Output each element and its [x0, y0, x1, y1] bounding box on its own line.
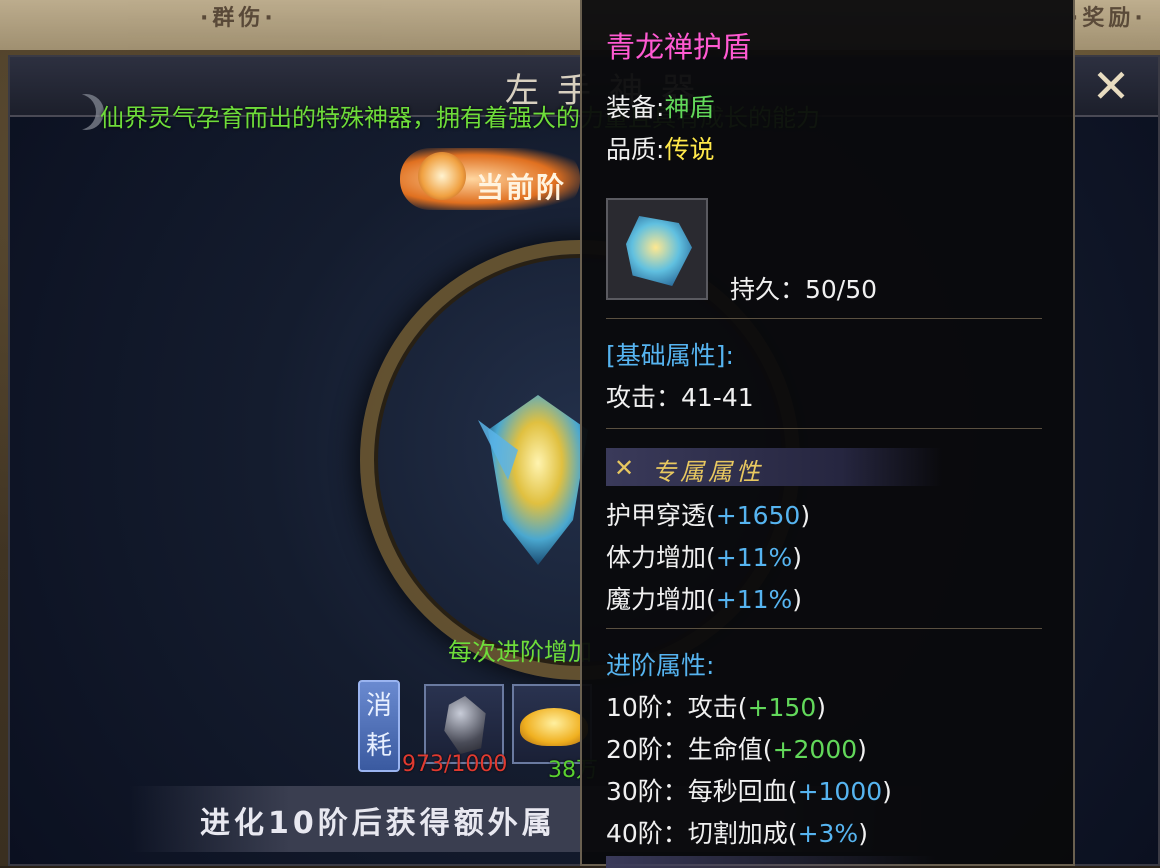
equip-row: 装备:神盾 [606, 88, 714, 124]
item-icon-box [606, 198, 708, 300]
divider [606, 318, 1042, 319]
divider [606, 628, 1042, 629]
advance-value: +2000 [772, 735, 858, 764]
quality-row: 品质:传说 [606, 130, 714, 166]
moon-icon [68, 94, 104, 130]
attr-close: ) [792, 585, 803, 614]
bonus-text: 进化10阶后获得额外属 [200, 806, 556, 841]
next-section-banner [606, 856, 936, 868]
divider [606, 428, 1042, 429]
gold-ingot-icon [520, 708, 588, 746]
quality-label: 品质: [606, 135, 665, 164]
advance-attr-header: 进阶属性: [606, 651, 715, 680]
attr-name: 护甲穿透( [606, 501, 716, 530]
background-tab-right: ·奖励· [1070, 6, 1147, 31]
attack-value: 攻击：41-41 [606, 383, 754, 412]
attr-value: +11% [715, 543, 793, 572]
advance-value: +3% [797, 819, 859, 848]
exclusive-attr: 护甲穿透(+1650) [606, 496, 810, 532]
advance-value: +1000 [797, 777, 883, 806]
base-attr-header: [基础属性]: [606, 341, 734, 370]
advance-close: ) [816, 693, 827, 722]
attr-name: 魔力增加( [606, 585, 716, 614]
advance-close: ) [857, 735, 867, 764]
durability: 持久：50/50 [730, 275, 878, 304]
attr-value: +1650 [715, 501, 801, 530]
attr-name: 体力增加( [606, 543, 716, 572]
advance-attr: 10阶：攻击(+150) [606, 688, 826, 724]
attr-value: +11% [715, 585, 793, 614]
equip-label: 装备: [606, 93, 665, 122]
stone-count: 973/1000 [402, 752, 508, 777]
advance-attr: 30阶：每秒回血(+1000) [606, 772, 892, 808]
shield-icon [626, 216, 692, 286]
item-tooltip: 青龙禅护盾 装备:神盾 品质:传说 持久：50/50 [基础属性]: 攻击：41… [580, 0, 1075, 868]
close-icon[interactable]: ✕ [1086, 61, 1136, 111]
advance-close: ) [858, 819, 868, 848]
equip-value: 神盾 [664, 93, 715, 122]
background-tab-left: ·群伤· [200, 6, 277, 31]
crossed-swords-icon: ✕ [614, 454, 635, 482]
exclusive-attr: 魔力增加(+11%) [606, 580, 802, 616]
attr-close: ) [800, 501, 811, 530]
cost-label: 消耗 [358, 680, 400, 772]
advance-value: +150 [747, 693, 817, 722]
stage-label: 当前阶 [476, 171, 567, 204]
quality-value: 传说 [664, 135, 715, 164]
attr-close: ) [792, 543, 803, 572]
advance-hint: 每次进阶增加 [448, 638, 592, 666]
stone-icon [444, 696, 486, 754]
advance-stage: 20阶：生命值( [606, 735, 773, 764]
advance-stage: 10阶：攻击( [606, 693, 748, 722]
exclusive-attr: 体力增加(+11%) [606, 538, 802, 574]
advance-attr: 40阶：切割加成(+3%) [606, 814, 868, 850]
lamp-icon [418, 152, 466, 200]
exclusive-banner: ✕ 专属属性 [606, 448, 942, 486]
advance-attr: 20阶：生命值(+2000) [606, 730, 867, 766]
item-name: 青龙禅护盾 [606, 30, 752, 64]
exclusive-header: 专属属性 [652, 458, 764, 486]
advance-close: ) [882, 777, 892, 806]
advance-stage: 30阶：每秒回血( [606, 777, 798, 806]
advance-stage: 40阶：切割加成( [606, 819, 798, 848]
